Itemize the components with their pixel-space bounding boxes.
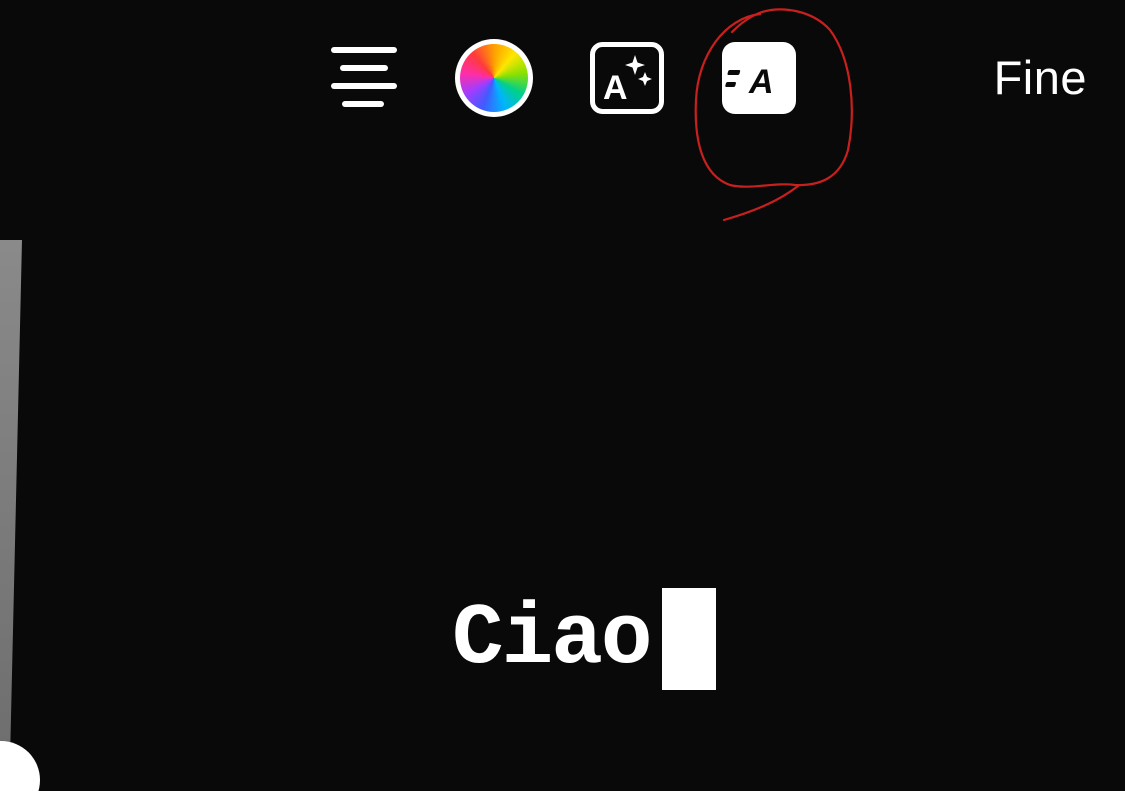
typed-text: Ciao xyxy=(452,590,652,688)
text-effects-icon: A xyxy=(590,42,664,114)
annotation-circle xyxy=(694,8,853,222)
svg-text:A: A xyxy=(603,69,628,107)
text-cursor xyxy=(662,588,717,690)
text-animation-button[interactable]: A xyxy=(722,42,796,114)
text-size-slider-thumb[interactable] xyxy=(0,741,40,791)
story-text-editor: A A Fine Ciao xyxy=(0,0,1125,791)
align-center-button[interactable] xyxy=(328,44,398,110)
done-button[interactable]: Fine xyxy=(994,50,1087,106)
text-effects-button[interactable]: A xyxy=(590,42,664,114)
color-picker-button[interactable] xyxy=(455,39,533,117)
svg-text:A: A xyxy=(748,63,774,101)
text-animation-icon: A xyxy=(725,63,774,101)
color-wheel-icon xyxy=(460,44,528,112)
text-input-area[interactable]: Ciao xyxy=(452,588,717,690)
slider-track xyxy=(0,240,22,760)
text-size-slider[interactable] xyxy=(0,240,24,760)
align-center-icon xyxy=(331,47,397,107)
